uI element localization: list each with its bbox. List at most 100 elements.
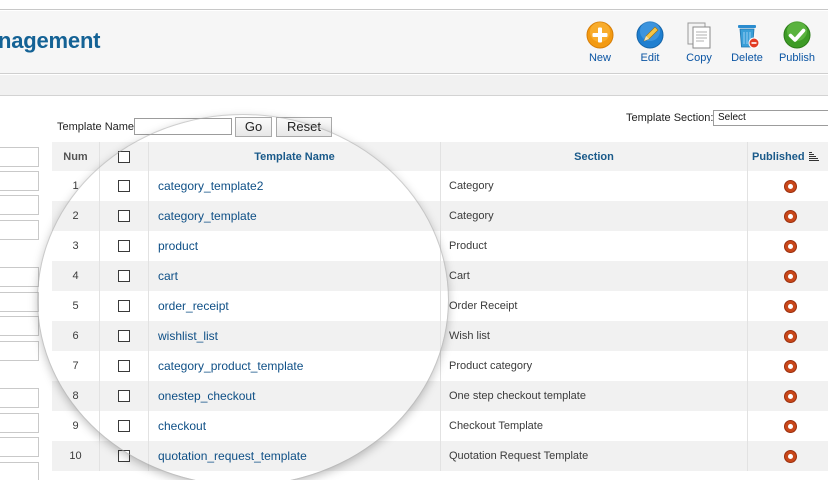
section-cell: Product category	[441, 351, 748, 381]
published-dot-icon[interactable]	[784, 389, 797, 403]
template-name-cell: category_template2	[149, 171, 441, 201]
template-name-link[interactable]: wishlist_list	[158, 329, 218, 343]
select-all-checkbox[interactable]	[118, 150, 130, 163]
trash-bin-icon	[738, 25, 760, 49]
go-button[interactable]: Go	[235, 117, 272, 137]
table-row: 6 wishlist_list Wish list	[52, 321, 828, 351]
sidebar-fragment[interactable]	[0, 220, 39, 240]
sidebar-fragment[interactable]	[0, 267, 39, 287]
published-dot-icon[interactable]	[784, 239, 797, 253]
published-dot-icon[interactable]	[784, 449, 797, 463]
row-checkbox[interactable]	[118, 360, 130, 372]
table-row: 7 category_product_template Product catego…	[52, 351, 828, 381]
document-copy-icon	[687, 22, 711, 49]
template-name-cell: order_receipt	[149, 291, 441, 321]
page-title: nagement	[0, 28, 101, 53]
published-dot-icon[interactable]	[784, 299, 797, 313]
new-button-label: New	[588, 52, 611, 64]
sidebar-fragment[interactable]	[0, 437, 39, 457]
published-dot-icon[interactable]	[784, 329, 797, 343]
new-button[interactable]: New	[576, 19, 624, 69]
edit-button[interactable]: Edit	[626, 19, 674, 69]
checkmark-circle-icon	[783, 21, 811, 49]
reset-button[interactable]: Reset	[276, 117, 332, 137]
row-checkbox[interactable]	[118, 390, 130, 402]
published-column-header[interactable]: Published	[748, 142, 828, 171]
row-checkbox[interactable]	[118, 330, 130, 342]
table-row: 1 category_template2 Category	[52, 171, 828, 201]
template-name-link[interactable]: category_template2	[158, 179, 263, 193]
row-num: 5	[52, 291, 100, 321]
table-row: 8 onestep_checkout One step checkout templ…	[52, 381, 828, 411]
template-name-link[interactable]: category_product_template	[158, 359, 303, 373]
sidebar-fragment[interactable]	[0, 171, 39, 191]
row-select-cell	[100, 171, 149, 201]
row-select-cell	[100, 231, 149, 261]
template-name-link[interactable]: cart	[158, 269, 178, 283]
row-checkbox[interactable]	[118, 300, 130, 312]
template-section-select[interactable]: Select	[713, 110, 828, 126]
section-cell: Quotation Request Template	[441, 441, 748, 471]
published-dot-icon[interactable]	[784, 419, 797, 433]
sidebar-fragment[interactable]	[0, 341, 39, 361]
template-name-cell: checkout	[149, 411, 441, 441]
template-name-link[interactable]: quotation_request_template	[158, 449, 307, 463]
template-name-cell: category_product_template	[149, 351, 441, 381]
delete-button[interactable]: Delete	[723, 19, 771, 69]
row-select-cell	[100, 381, 149, 411]
template-name-link[interactable]: product	[158, 239, 198, 253]
sidebar-fragment[interactable]	[0, 388, 39, 408]
row-select-cell	[100, 291, 149, 321]
published-cell	[748, 231, 828, 261]
published-dot-icon[interactable]	[784, 269, 797, 283]
row-checkbox[interactable]	[118, 210, 130, 222]
template-name-cell: category_template	[149, 201, 441, 231]
published-cell	[748, 351, 828, 381]
table-row: 9 checkout Checkout Template	[52, 411, 828, 441]
section-cell: Order Receipt	[441, 291, 748, 321]
sidebar-fragment[interactable]	[0, 413, 39, 433]
template-name-input[interactable]	[134, 118, 232, 135]
row-checkbox[interactable]	[118, 180, 130, 192]
row-checkbox[interactable]	[118, 450, 130, 462]
template-name-link[interactable]: onestep_checkout	[158, 389, 255, 403]
template-section-label: Template Section:	[626, 112, 714, 124]
template-name-cell: cart	[149, 261, 441, 291]
section-cell: Category	[441, 171, 748, 201]
published-header-label: Published	[752, 150, 805, 163]
section-column-header[interactable]: Section	[441, 142, 748, 171]
published-dot-icon[interactable]	[784, 359, 797, 373]
published-dot-icon[interactable]	[784, 179, 797, 193]
row-checkbox[interactable]	[118, 240, 130, 252]
template-name-link[interactable]: order_receipt	[158, 299, 229, 313]
sort-lines-icon[interactable]	[808, 152, 819, 161]
pencil-icon	[636, 21, 664, 49]
table-row: 5 order_receipt Order Receipt	[52, 291, 828, 321]
sidebar-fragment[interactable]	[0, 462, 39, 480]
sidebar-fragment[interactable]	[0, 292, 39, 312]
section-cell: One step checkout template	[441, 381, 748, 411]
section-cell: Product	[441, 231, 748, 261]
template-name-link[interactable]: category_template	[158, 209, 257, 223]
sidebar-fragment[interactable]	[0, 195, 39, 215]
sidebar-fragment[interactable]	[0, 147, 39, 167]
copy-button[interactable]: Copy	[675, 19, 723, 69]
template-name-cell: product	[149, 231, 441, 261]
table-header-row: Num Template Name Section Published	[52, 142, 828, 171]
row-checkbox[interactable]	[118, 270, 130, 282]
template-name-column-header[interactable]: Template Name	[149, 142, 441, 171]
row-select-cell	[100, 441, 149, 471]
row-num: 8	[52, 381, 100, 411]
published-cell	[748, 171, 828, 201]
table-row: 2 category_template Category	[52, 201, 828, 231]
published-cell	[748, 441, 828, 471]
template-name-link[interactable]: checkout	[158, 419, 206, 433]
section-cell: Cart	[441, 261, 748, 291]
sidebar-fragment[interactable]	[0, 316, 39, 336]
section-cell: Category	[441, 201, 748, 231]
row-select-cell	[100, 261, 149, 291]
publish-button[interactable]: Publish	[773, 19, 821, 69]
row-select-cell	[100, 201, 149, 231]
published-dot-icon[interactable]	[784, 209, 797, 223]
row-checkbox[interactable]	[118, 420, 130, 432]
